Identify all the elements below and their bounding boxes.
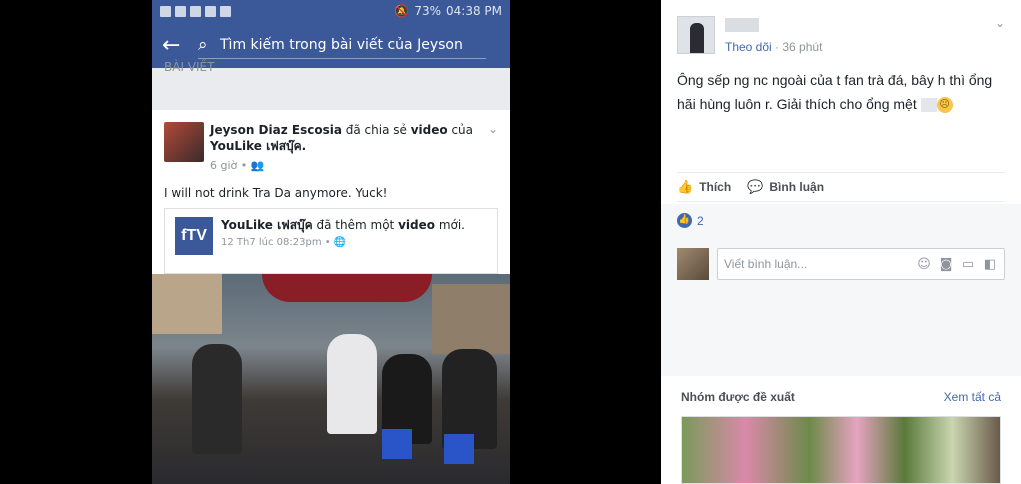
action-bar: 👍 Thích 💬 Bình luận: [677, 172, 1005, 202]
shared-time: 12 Th7 lúc 08:23pm: [221, 237, 322, 248]
stool-shape: [382, 429, 412, 459]
group-cover-image[interactable]: [681, 416, 1001, 484]
mail-icon: [190, 5, 201, 17]
gif-icon[interactable]: ▭: [960, 257, 976, 272]
chevron-down-icon[interactable]: ⌄: [488, 122, 498, 174]
sad-face-icon: ☹: [936, 97, 953, 114]
comment-composer: Viết bình luận... ☺ ◙ ▭ ◧: [677, 248, 1005, 280]
post-age[interactable]: 36 phút: [782, 40, 822, 54]
video-thumbnail[interactable]: [152, 274, 510, 484]
person-shape: [327, 334, 377, 434]
see-all-link[interactable]: Xem tất cả: [944, 390, 1001, 404]
suggested-groups-title: Nhóm được đề xuất: [681, 390, 795, 404]
redacted-block: [920, 98, 937, 113]
post-time: 6 giờ: [210, 159, 238, 172]
action-prefix: đã chia sẻ: [345, 123, 407, 137]
comment-button[interactable]: 💬 Bình luận: [747, 180, 824, 195]
shared-action-prefix: đã thêm một: [316, 218, 395, 232]
post-card: Jeyson Diaz Escosia đã chia sẻ video của…: [152, 110, 510, 484]
chevron-down-icon[interactable]: ⌄: [995, 16, 1005, 54]
battery-level: 73%: [414, 4, 441, 18]
like-label: Thích: [699, 180, 732, 194]
phone-screenshot: 🔕 73% 04:38 PM ← ⌕ Tìm kiếm trong bài vi…: [152, 0, 510, 484]
clipboard-icon: [220, 5, 231, 17]
follow-link[interactable]: Theo dõi: [725, 40, 772, 54]
section-label: BÀI VIẾT: [164, 60, 215, 74]
facebook-notification-icon: [175, 5, 186, 17]
mute-icon: 🔕: [394, 4, 410, 18]
suggested-groups: Nhóm được đề xuất Xem tất cả: [669, 376, 1013, 484]
facebook-notification-icon: [160, 5, 171, 17]
status-bar: 🔕 73% 04:38 PM: [152, 0, 510, 22]
spacer: [661, 286, 1021, 376]
shared-post[interactable]: fTV YouLike เฟสบุ๊ค đã thêm một video mớ…: [164, 208, 498, 274]
back-arrow-icon[interactable]: ←: [162, 33, 192, 58]
emoji-icon[interactable]: ☺: [916, 257, 932, 272]
viewer-avatar: [677, 248, 709, 280]
search-icon: ⌕: [198, 34, 208, 55]
shared-action-suffix: mới.: [438, 218, 465, 232]
like-badge-icon: 👍: [677, 213, 692, 228]
clock: 04:38 PM: [446, 4, 502, 18]
like-icon: 👍: [677, 179, 694, 195]
page-name[interactable]: YouLike เฟสบุ๊ค.: [210, 139, 306, 153]
friends-icon: 👥: [250, 159, 265, 172]
action-object[interactable]: video: [411, 123, 448, 137]
search-placeholder: Tìm kiếm trong bài viết của Jeyson: [220, 36, 463, 53]
action-suffix: của: [451, 123, 474, 137]
shared-page-name[interactable]: YouLike เฟสบุ๊ค: [221, 218, 313, 232]
sticker-icon[interactable]: ◧: [982, 257, 998, 272]
comment-placeholder: Viết bình luận...: [724, 257, 808, 271]
like-button[interactable]: 👍 Thích: [677, 180, 731, 195]
globe-icon: 🌐: [333, 237, 347, 248]
person-shape: [192, 344, 242, 454]
post-text: I will not drink Tra Da anymore. Yuck!: [164, 186, 388, 200]
author-name[interactable]: Jeyson Diaz Escosia: [210, 123, 342, 137]
post-caption: Ông sếp ng nc ngoài của t fan trà đá, bâ…: [661, 54, 1021, 116]
like-count-value: 2: [697, 213, 704, 228]
building-shape: [432, 284, 510, 354]
building-shape: [152, 274, 222, 334]
shared-action-object[interactable]: video: [398, 218, 435, 232]
poster-name-redacted[interactable]: [725, 18, 759, 32]
comment-input[interactable]: Viết bình luận... ☺ ◙ ▭ ◧: [717, 248, 1005, 280]
page-logo: fTV: [175, 217, 213, 255]
comment-label: Bình luận: [769, 180, 825, 194]
poster-avatar[interactable]: [677, 16, 715, 54]
author-avatar[interactable]: [164, 122, 204, 162]
photo-viewer: 🔕 73% 04:38 PM ← ⌕ Tìm kiếm trong bài vi…: [0, 0, 1021, 484]
umbrella-shape: [262, 274, 432, 302]
comment-icon: 💬: [747, 179, 764, 195]
search-input[interactable]: ⌕ Tìm kiếm trong bài viết của Jeyson: [198, 31, 486, 59]
comments-panel: Theo dõi · 36 phút ⌄ Ông sếp ng nc ngoài…: [661, 0, 1021, 484]
image-icon: [205, 5, 216, 17]
stool-shape: [444, 434, 474, 464]
reactions-area: 👍 2 Viết bình luận... ☺ ◙ ▭ ◧: [661, 204, 1021, 286]
like-count[interactable]: 👍 2: [677, 213, 704, 228]
camera-icon[interactable]: ◙: [938, 257, 954, 272]
